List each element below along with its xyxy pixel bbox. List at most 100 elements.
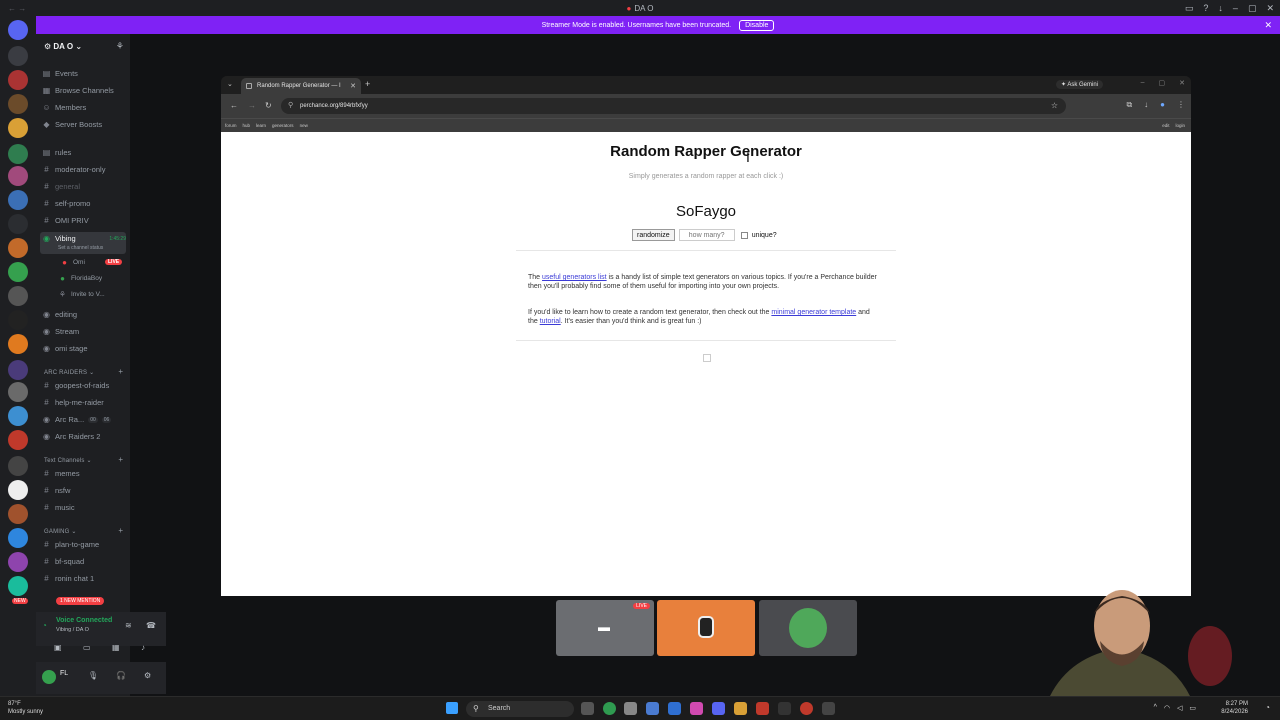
app-icon[interactable] xyxy=(668,702,681,715)
tray-chevron-icon[interactable]: ^ xyxy=(1154,704,1157,712)
back-button[interactable]: ← xyxy=(230,101,238,110)
site-info-icon[interactable]: ⚲ xyxy=(288,98,293,114)
tutorial-link[interactable]: tutorial xyxy=(540,318,561,325)
bookmark-learn[interactable]: learn xyxy=(256,123,266,128)
channel-bf-squad[interactable]: # bf-squad xyxy=(42,557,84,566)
channel-music[interactable]: # music xyxy=(42,503,74,512)
screen-share-icon[interactable]: ▭ xyxy=(83,643,91,652)
channel-status[interactable]: Set a channel status xyxy=(58,245,103,251)
server-icon[interactable] xyxy=(8,334,28,354)
server-name[interactable]: ⚙ DA O ⌄ xyxy=(44,42,82,51)
server-icon[interactable] xyxy=(8,46,28,66)
maximize-button[interactable]: ▢ xyxy=(1248,3,1257,14)
weather-widget[interactable]: 87°F Mostly sunny xyxy=(8,700,43,716)
add-channel-icon[interactable]: + xyxy=(118,526,123,535)
server-icon[interactable] xyxy=(8,144,28,164)
server-icon[interactable] xyxy=(8,262,28,282)
address-bar[interactable]: ⚲ perchance.org/894rbfxfyy ☆ xyxy=(281,98,1066,114)
maximize-button[interactable]: ▢ xyxy=(1159,79,1166,87)
server-icon[interactable] xyxy=(8,576,28,596)
nav-browse-channels[interactable]: ▦ Browse Channels xyxy=(42,86,114,95)
server-icon[interactable] xyxy=(8,528,28,548)
channel-rules[interactable]: ▤ rules xyxy=(42,148,72,157)
add-channel-icon[interactable]: + xyxy=(118,367,123,376)
voice-channel-editing[interactable]: ◉ editing xyxy=(42,310,77,319)
login-link[interactable]: login xyxy=(1175,123,1185,128)
inbox-icon[interactable]: ▭ xyxy=(1185,3,1194,14)
server-icon[interactable] xyxy=(8,504,28,524)
nav-events[interactable]: ▤ Events xyxy=(42,69,78,78)
close-banner-icon[interactable]: ✕ xyxy=(1264,20,1272,31)
channel-plan-to-game[interactable]: # plan-to-game xyxy=(42,540,99,549)
reload-button[interactable]: ↻ xyxy=(265,101,272,110)
bookmark-generators[interactable]: generators xyxy=(272,123,294,128)
menu-icon[interactable]: ⋮ xyxy=(1177,100,1185,110)
app-icon[interactable] xyxy=(822,702,835,715)
new-tab-button[interactable]: + xyxy=(365,79,370,89)
home-icon[interactable] xyxy=(8,20,28,40)
task-view-icon[interactable] xyxy=(581,702,594,715)
extensions-icon[interactable]: ⧉ xyxy=(1126,100,1132,110)
category-gaming[interactable]: GAMING ⌄ xyxy=(44,528,77,535)
channel-help-me-raider[interactable]: # help-me-raider xyxy=(42,398,104,407)
disable-streamer-button[interactable]: Disable xyxy=(739,19,775,31)
battery-icon[interactable]: ▭ xyxy=(1189,704,1196,712)
clock[interactable]: 8:27 PM 8/24/2026 xyxy=(1221,700,1248,716)
chrome-icon[interactable] xyxy=(603,702,616,715)
channel-omi-priv[interactable]: # OMI PRIV xyxy=(42,216,89,225)
username[interactable]: FL xyxy=(60,670,68,677)
how-many-input[interactable] xyxy=(678,229,735,241)
minimize-button[interactable]: – xyxy=(1141,79,1145,87)
server-icon[interactable] xyxy=(8,382,28,402)
category-text-channels[interactable]: Text Channels ⌄ xyxy=(44,457,92,464)
stream-tile[interactable]: LIVE ▬ xyxy=(556,600,654,656)
notifications-icon[interactable]: ◔ xyxy=(1265,703,1270,712)
channel-moderator-only[interactable]: # moderator-only xyxy=(42,165,105,174)
voice-channel-stream[interactable]: ◉ Stream xyxy=(42,327,79,336)
category-arc-raiders[interactable]: ARC RAIDERS ⌄ xyxy=(44,369,94,376)
settings-gear-icon[interactable]: ⚙ xyxy=(144,671,151,680)
server-icon[interactable] xyxy=(8,190,28,210)
discord-icon[interactable] xyxy=(712,702,725,715)
minimal-template-link[interactable]: minimal generator template xyxy=(771,309,856,316)
app-icon[interactable] xyxy=(800,702,813,715)
participant-tile[interactable] xyxy=(759,600,857,656)
nav-server-boosts[interactable]: ◆ Server Boosts xyxy=(42,120,102,129)
server-icon[interactable] xyxy=(8,118,28,138)
bookmark-forum[interactable]: forum xyxy=(225,123,237,128)
bookmark-hub[interactable]: hub xyxy=(243,123,251,128)
help-icon[interactable]: ? xyxy=(1203,3,1208,14)
microphone-icon[interactable]: 🎙 xyxy=(88,671,98,680)
download-icon[interactable]: ↓ xyxy=(1218,3,1223,14)
invite-to-voice[interactable]: ⚘ Invite to V... xyxy=(58,290,105,299)
taskbar-search[interactable]: ⚲ Search xyxy=(466,701,574,717)
server-icon[interactable] xyxy=(8,238,28,258)
close-window-button[interactable]: ✕ xyxy=(1266,3,1274,14)
voice-channel-arc-raiders-2[interactable]: ◉ Arc Raiders 2 xyxy=(42,432,100,441)
ask-gemini-button[interactable]: ✦ Ask Gemini xyxy=(1055,80,1103,89)
soundboard-icon[interactable]: ♪ xyxy=(141,643,145,652)
download-icon[interactable]: ↓ xyxy=(1144,100,1148,110)
server-icon[interactable] xyxy=(8,310,28,330)
channel-nsfw[interactable]: # nsfw xyxy=(42,486,70,495)
server-icon[interactable] xyxy=(8,360,28,380)
server-icon[interactable] xyxy=(8,430,28,450)
volume-icon[interactable]: ◁ xyxy=(1177,704,1182,712)
voice-member[interactable]: ● FloridaBoy xyxy=(58,274,102,283)
bookmark-new[interactable]: new xyxy=(300,123,308,128)
file-explorer-icon[interactable] xyxy=(734,702,747,715)
store-icon[interactable] xyxy=(624,702,637,715)
tab-search-icon[interactable]: ⌄ xyxy=(227,80,233,88)
minimize-button[interactable]: – xyxy=(1233,3,1238,14)
voice-channel-arc-raiders[interactable]: ◉ Arc Ra... 00 06 xyxy=(42,415,112,424)
nav-members[interactable]: ☺ Members xyxy=(42,103,86,112)
add-member-icon[interactable]: ⚘ xyxy=(116,41,124,52)
stage-channel-omi[interactable]: ◉ omi stage xyxy=(42,344,88,353)
server-icon[interactable] xyxy=(8,480,28,500)
server-icon[interactable] xyxy=(8,456,28,476)
bookmark-star-icon[interactable]: ☆ xyxy=(1051,98,1058,114)
app-icon[interactable] xyxy=(690,702,703,715)
headphones-icon[interactable]: 🎧 xyxy=(116,671,126,680)
wifi-icon[interactable]: ◠ xyxy=(1164,704,1170,712)
unique-checkbox[interactable] xyxy=(740,231,748,239)
